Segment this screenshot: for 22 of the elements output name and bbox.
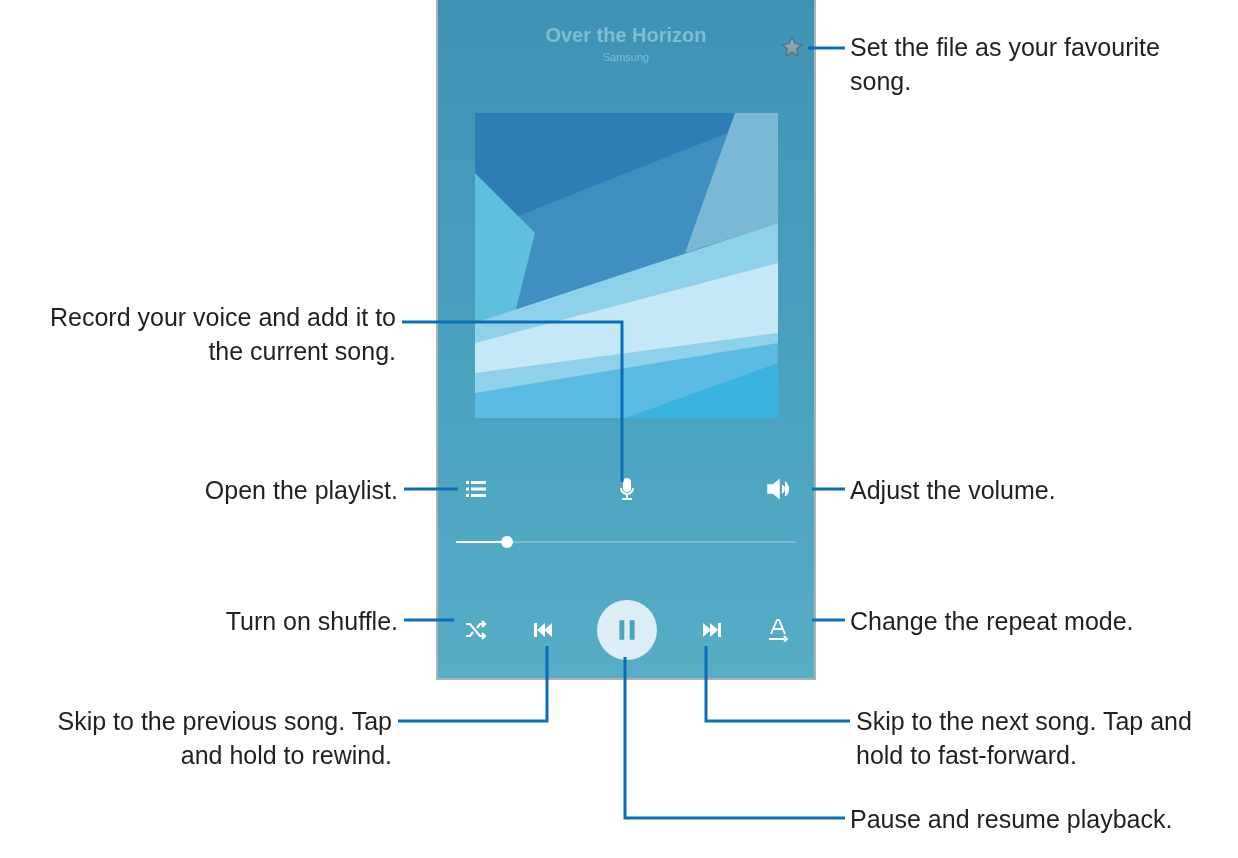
- leader-line: [404, 487, 458, 491]
- leader-line: [812, 618, 845, 622]
- slider-thumb[interactable]: [501, 536, 513, 548]
- callout-text: Skip to the next song. Tap and hold to fast-forward.: [856, 706, 1193, 771]
- speaker-icon[interactable]: [766, 477, 790, 501]
- artist-name: Samsung: [602, 51, 650, 63]
- star-icon[interactable]: [780, 35, 804, 59]
- shuffle-icon[interactable]: [464, 618, 488, 642]
- leader-line: [808, 46, 845, 50]
- leader-line: [404, 618, 454, 622]
- leader-line: [812, 487, 845, 491]
- callout-text: Adjust the volume.: [850, 475, 1057, 506]
- callout-text: Turn on shuffle.: [224, 606, 398, 637]
- repeat-icon[interactable]: [766, 618, 790, 642]
- callout-text: Open the playlist.: [203, 475, 398, 506]
- callout-text: Set the file as your favourite song.: [850, 32, 1161, 97]
- song-title: Over the Horizon: [545, 24, 707, 47]
- pause-button[interactable]: [597, 600, 657, 660]
- callout-text: Change the repeat mode.: [850, 606, 1135, 637]
- callout-text: Skip to the previous song. Tap and hold to rewind.: [56, 706, 392, 771]
- callout-text: Record your voice and add it to the current song.: [48, 302, 396, 367]
- callout-text: Pause and resume playback.: [850, 804, 1174, 835]
